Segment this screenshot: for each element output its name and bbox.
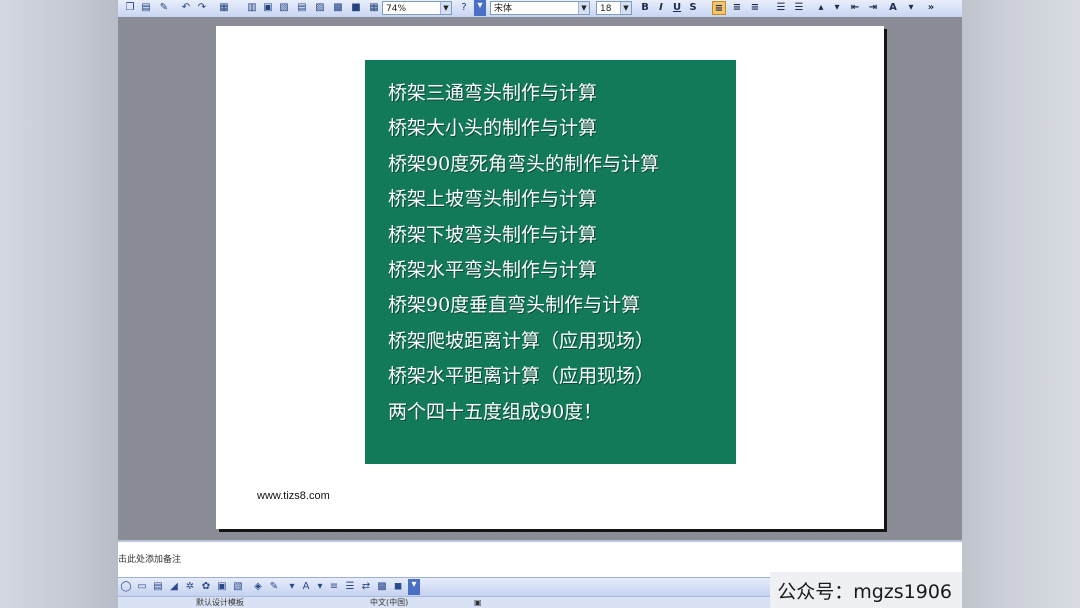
toolbar-overflow-button[interactable]: » (924, 1, 938, 15)
redo-icon[interactable]: ↷ (196, 2, 208, 14)
align-center-button[interactable]: ≡ (730, 1, 744, 15)
slide[interactable]: 桥架三通弯头制作与计算 桥架大小头的制作与计算 桥架90度死角弯头的制作与计算 … (216, 26, 884, 529)
color-icon[interactable]: ■ (350, 2, 362, 14)
font-color-letter: A (889, 2, 897, 13)
line-color-icon[interactable]: ✎ (268, 581, 280, 593)
font-name-select[interactable]: 宋体 ▼ (490, 1, 590, 15)
font-color-button[interactable]: A (886, 1, 900, 15)
decrease-font-button[interactable]: ▾ (830, 1, 844, 15)
font-color-icon[interactable]: A (300, 581, 312, 593)
increase-indent-button[interactable]: ⇥ (866, 1, 880, 15)
italic-button[interactable]: I (654, 1, 668, 15)
content-box[interactable]: 桥架三通弯头制作与计算 桥架大小头的制作与计算 桥架90度死角弯头的制作与计算 … (365, 60, 736, 464)
chevron-down-icon[interactable]: ▾ (314, 581, 326, 593)
toolbar-options-icon[interactable]: ▾ (474, 0, 486, 16)
font-size-value: 18 (600, 4, 612, 14)
slide-list-item[interactable]: 两个四十五度组成90度！ (388, 397, 602, 424)
shadow-button[interactable]: S (686, 1, 700, 15)
table-icon[interactable]: ▥ (246, 2, 258, 14)
bold-button[interactable]: B (638, 1, 652, 15)
paste-icon[interactable]: ▤ (140, 2, 152, 14)
slide-list-item[interactable]: 桥架下坡弯头制作与计算 (388, 220, 597, 247)
chart-icon[interactable]: ▣ (262, 2, 274, 14)
language-label: 中文(中国) (370, 598, 409, 607)
help-icon[interactable]: ? (458, 2, 470, 14)
wordart-icon[interactable]: ▨ (314, 2, 326, 14)
oval-icon[interactable]: ◯ (120, 581, 132, 593)
font-color-dropdown[interactable]: ▾ (904, 1, 918, 15)
notes-placeholder[interactable]: 击此处添加备注 (118, 552, 181, 565)
video-right-margin (962, 0, 1080, 608)
slide-canvas: 桥架三通弯头制作与计算 桥架大小头的制作与计算 桥架90度死角弯头的制作与计算 … (118, 17, 962, 540)
numbering-button[interactable]: ☰ (774, 1, 788, 15)
clipart-icon[interactable]: ✿ (200, 581, 212, 593)
slide-list-item[interactable]: 桥架90度死角弯头的制作与计算 (388, 149, 659, 176)
watermark-text: 公众号：mgzs1906 (777, 581, 952, 603)
website-url: www.tizs8.com (257, 490, 330, 502)
slide-list-item[interactable]: 桥架上坡弯头制作与计算 (388, 184, 597, 211)
decrease-indent-button[interactable]: ⇤ (848, 1, 862, 15)
chevron-down-icon[interactable]: ▼ (620, 2, 631, 14)
shadow-style-icon[interactable]: ▩ (376, 581, 388, 593)
chevron-down-icon[interactable]: ▼ (578, 2, 589, 14)
powerpoint-window: ❐ ▤ ✎ ↶ ↷ ▦ ▥ ▣ ▧ ▤ ▨ ▩ ■ ▦ 74% ▼ ? ▾ 宋体… (118, 0, 962, 608)
diagram-icon[interactable]: ✲ (184, 581, 196, 593)
format-painter-icon[interactable]: ✎ (158, 2, 170, 14)
3d-style-icon[interactable]: ◼ (392, 581, 404, 593)
grayscale-icon[interactable]: ▩ (332, 2, 344, 14)
toolbar-options-icon[interactable]: ▾ (408, 579, 420, 595)
bullets-button[interactable]: ☰ (792, 1, 806, 15)
video-left-margin (0, 0, 118, 608)
chevron-down-icon[interactable]: ▼ (440, 2, 451, 14)
text-box-icon[interactable]: ▭ (136, 581, 148, 593)
arrow-style-icon[interactable]: ⇄ (360, 581, 372, 593)
slide-list-item[interactable]: 桥架90度垂直弯头制作与计算 (388, 290, 640, 317)
slide-list-item[interactable]: 桥架爬坡距离计算（应用现场） (388, 326, 654, 353)
chevron-down-icon[interactable]: ▾ (286, 581, 298, 593)
spellcheck-icon[interactable]: ▣ (474, 597, 482, 608)
expand-all-icon[interactable]: ▦ (368, 2, 380, 14)
slide-list-item[interactable]: 桥架水平弯头制作与计算 (388, 255, 597, 282)
dash-style-icon[interactable]: ☰ (344, 581, 356, 593)
align-left-button[interactable]: ≡ (712, 1, 726, 15)
slide-list-item[interactable]: 桥架大小头的制作与计算 (388, 113, 597, 140)
vertical-text-icon[interactable]: ▤ (152, 581, 164, 593)
zoom-select[interactable]: 74% ▼ (382, 1, 452, 15)
formatting-toolbar: ❐ ▤ ✎ ↶ ↷ ▦ ▥ ▣ ▧ ▤ ▨ ▩ ■ ▦ 74% ▼ ? ▾ 宋体… (118, 0, 962, 18)
picture-icon[interactable]: ▧ (232, 581, 244, 593)
copy-icon[interactable]: ❐ (124, 2, 136, 14)
font-name-value: 宋体 (494, 4, 513, 14)
text-box-icon[interactable]: ▤ (296, 2, 308, 14)
fill-color-icon[interactable]: ◈ (252, 581, 264, 593)
align-right-button[interactable]: ≡ (748, 1, 762, 15)
insert-picture-icon[interactable]: ▧ (278, 2, 290, 14)
slide-list-item[interactable]: 桥架三通弯头制作与计算 (388, 78, 597, 105)
insert-picture-icon[interactable]: ▣ (216, 581, 228, 593)
line-style-icon[interactable]: ≡ (328, 581, 340, 593)
undo-icon[interactable]: ↶ (180, 2, 192, 14)
design-template-label: 默认设计模板 (196, 598, 244, 607)
font-size-select[interactable]: 18 ▼ (596, 1, 632, 15)
slide-list-item[interactable]: 桥架水平距离计算（应用现场） (388, 361, 654, 388)
hyperlink-icon[interactable]: ▦ (218, 2, 230, 14)
zoom-value: 74% (386, 4, 407, 14)
underline-button[interactable]: U (670, 1, 684, 15)
increase-font-button[interactable]: ▴ (814, 1, 828, 15)
wordart-icon[interactable]: ◢ (168, 581, 180, 593)
